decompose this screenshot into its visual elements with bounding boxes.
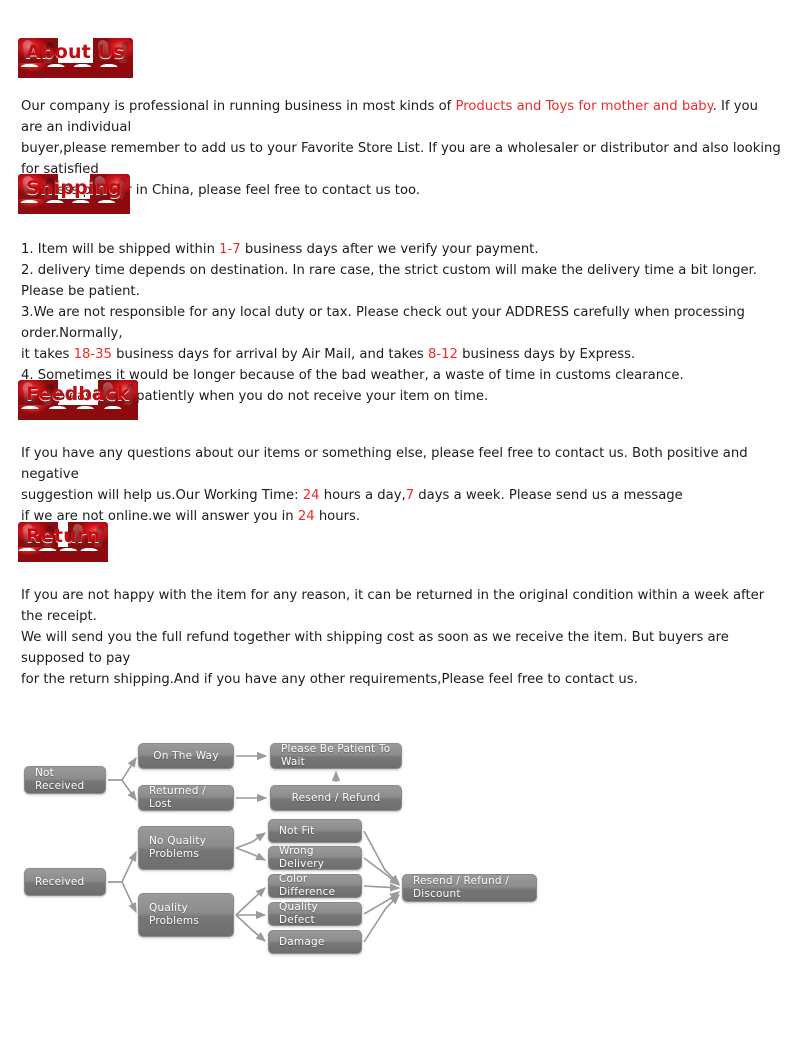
banner-about-us: About Us bbox=[18, 38, 133, 78]
text-line: If you have any questions about our item… bbox=[21, 443, 782, 485]
plain-text: hours a day, bbox=[319, 488, 406, 503]
text-line: If you are not happy with the item for a… bbox=[21, 585, 782, 627]
banner-shipping: Shipping bbox=[18, 174, 131, 214]
flow-node-wrong-delivery[interactable]: Wrong Delivery bbox=[268, 845, 362, 870]
flow-node-resend-refund[interactable]: Resend / Refund bbox=[270, 785, 402, 811]
text-line: We will send you the full refund togethe… bbox=[21, 627, 782, 669]
plain-text: suggestion will help us.Our Working Time… bbox=[21, 488, 303, 503]
text-line: 1. Item will be shipped within 1-7 busin… bbox=[21, 239, 782, 260]
plain-text: 2. delivery time depends on destination.… bbox=[21, 263, 757, 299]
section-feedback: Feedback If you have any questions about… bbox=[0, 380, 800, 527]
highlighted-text: Products and Toys for mother and baby bbox=[455, 99, 713, 114]
flow-node-returned-lost[interactable]: Returned / Lost bbox=[138, 785, 234, 811]
banner-title-about-us: About Us bbox=[26, 40, 125, 63]
flow-node-color-difference[interactable]: Color Difference bbox=[268, 873, 362, 898]
flow-node-received[interactable]: Received bbox=[24, 868, 106, 896]
banner-title-shipping: Shipping bbox=[26, 176, 123, 199]
text-line: suggestion will help us.Our Working Time… bbox=[21, 485, 782, 506]
flow-node-quality-problems[interactable]: Quality Problems bbox=[138, 893, 234, 937]
flow-node-not-received[interactable]: Not Received bbox=[24, 766, 106, 794]
return-process-flowchart: Not Received On The Way Returned / Lost … bbox=[0, 730, 800, 970]
text-line: for the return shipping.And if you have … bbox=[21, 669, 782, 690]
feedback-paragraph: If you have any questions about our item… bbox=[0, 443, 800, 527]
plain-text: for the return shipping.And if you have … bbox=[21, 672, 638, 687]
policy-page: About Us Our company is professional in … bbox=[0, 0, 800, 1047]
flow-node-resend-refund-discount[interactable]: Resend / Refund / Discount bbox=[402, 874, 537, 902]
highlighted-text: 18-35 bbox=[73, 347, 112, 362]
highlighted-text: 8-12 bbox=[428, 347, 458, 362]
plain-text: 3.We are not responsible for any local d… bbox=[21, 305, 745, 341]
plain-text: days a week. Please send us a message bbox=[414, 488, 683, 503]
flow-node-please-be-patient-to-wait[interactable]: Please Be Patient To Wait bbox=[270, 743, 402, 769]
flow-node-on-the-way[interactable]: On The Way bbox=[138, 743, 234, 769]
highlighted-text: 24 bbox=[302, 488, 320, 503]
plain-text: We will send you the full refund togethe… bbox=[21, 630, 729, 666]
plain-text: business days for arrival by Air Mail, a… bbox=[111, 347, 428, 362]
plain-text: Our company is professional in running b… bbox=[21, 99, 456, 114]
banner-title-feedback: Feedback bbox=[26, 382, 130, 405]
flow-node-damage[interactable]: Damage bbox=[268, 930, 362, 954]
flow-node-not-fit[interactable]: Not Fit bbox=[268, 819, 362, 843]
plain-text: business days by Express. bbox=[457, 347, 636, 362]
banner-feedback: Feedback bbox=[18, 380, 138, 420]
plain-text: buyer,please remember to add us to your … bbox=[21, 141, 781, 177]
plain-text: business days after we verify your payme… bbox=[240, 242, 539, 257]
flow-node-quality-defect[interactable]: Quality Defect bbox=[268, 901, 362, 926]
flow-node-no-quality-problems[interactable]: No Quality Problems bbox=[138, 826, 234, 870]
text-line: 3.We are not responsible for any local d… bbox=[21, 302, 782, 344]
plain-text: 1. Item will be shipped within bbox=[21, 242, 220, 257]
text-line: Our company is professional in running b… bbox=[21, 96, 782, 138]
highlighted-text: 7 bbox=[405, 488, 415, 503]
return-paragraph: If you are not happy with the item for a… bbox=[0, 585, 800, 690]
text-line: 2. delivery time depends on destination.… bbox=[21, 260, 782, 302]
highlighted-text: 1-7 bbox=[219, 242, 241, 257]
section-return: Return If you are not happy with the ite… bbox=[0, 522, 800, 690]
plain-text: If you are not happy with the item for a… bbox=[21, 588, 765, 624]
plain-text: If you have any questions about our item… bbox=[21, 446, 748, 482]
banner-return: Return bbox=[18, 522, 109, 562]
section-shipping: Shipping 1. Item will be shipped within … bbox=[0, 174, 800, 407]
plain-text: it takes bbox=[21, 347, 74, 362]
banner-title-return: Return bbox=[26, 524, 101, 547]
text-line: it takes 18-35 business days for arrival… bbox=[21, 344, 782, 365]
